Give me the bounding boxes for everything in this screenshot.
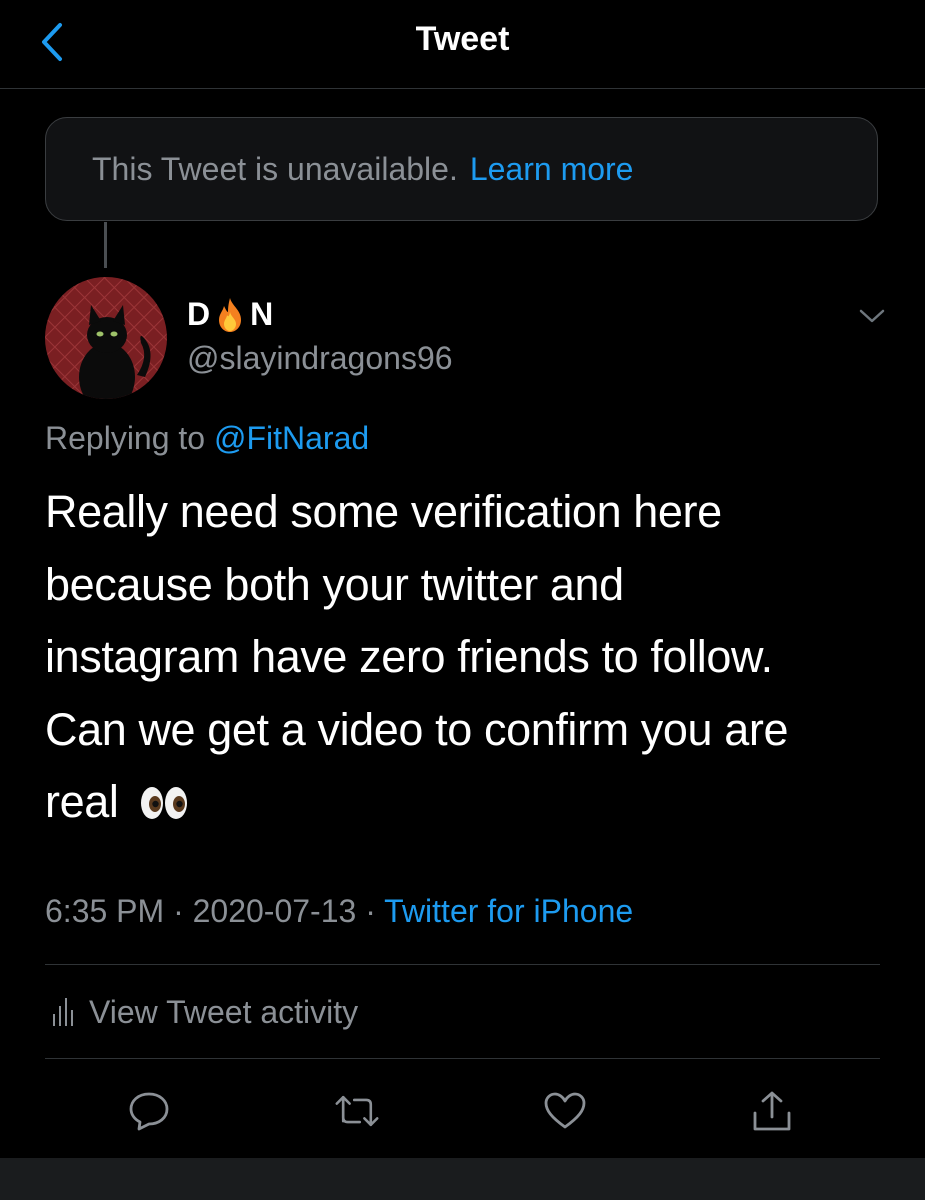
tweet-body: Really need some verification here becau… [45, 476, 875, 839]
black-cat-avatar-image [45, 277, 167, 399]
separator-dot: · [365, 893, 376, 929]
comment-icon [129, 1092, 169, 1131]
tweet-date: 2020-07-13 [192, 893, 357, 929]
tweet-text-line: Can we get a video to confirm you are [45, 703, 789, 755]
chevron-down-icon [859, 309, 885, 323]
replying-to-mention[interactable]: @FitNarad [214, 420, 369, 456]
divider [45, 964, 880, 965]
separator-dot: · [173, 893, 184, 929]
unavailable-tweet-notice: This Tweet is unavailable. Learn more [45, 117, 878, 221]
view-tweet-activity-label: View Tweet activity [89, 993, 359, 1030]
user-handle[interactable]: @slayindragons96 [187, 340, 453, 377]
bottom-reply-bar [0, 1158, 925, 1200]
share-icon [753, 1091, 791, 1131]
tweet-time: 6:35 PM [45, 893, 165, 929]
tweet-text-line: real [45, 776, 119, 827]
like-button[interactable] [542, 1088, 588, 1134]
tweet-client-link[interactable]: Twitter for iPhone [384, 893, 633, 929]
tweet-text-line: Really need some verification here [45, 486, 722, 537]
retweet-icon [335, 1095, 379, 1127]
top-navigation-bar: Tweet [0, 0, 925, 89]
display-name[interactable]: D N [187, 296, 273, 333]
avatar[interactable] [45, 277, 167, 399]
share-button[interactable] [749, 1088, 795, 1134]
retweet-button[interactable] [334, 1088, 380, 1134]
divider [45, 1058, 880, 1059]
learn-more-link[interactable]: Learn more [470, 151, 634, 188]
reply-button[interactable] [126, 1088, 172, 1134]
page-title: Tweet [415, 20, 510, 58]
unavailable-text: This Tweet is unavailable. [92, 150, 458, 187]
view-tweet-activity-button[interactable]: View Tweet activity [45, 990, 358, 1034]
tweet-timestamp-line: 6:35 PM · 2020-07-13 · Twitter for iPhon… [45, 893, 633, 930]
tweet-options-button[interactable] [852, 300, 892, 332]
display-name-end: N [250, 296, 274, 332]
tweet-text-line: because both your twitter and [45, 558, 624, 610]
replying-to-line: Replying to @FitNarad [45, 420, 369, 457]
thread-connector-line [104, 222, 107, 268]
heart-icon [544, 1092, 586, 1129]
stats-icon [53, 998, 73, 1026]
eyes-emoji-icon [140, 787, 187, 819]
replying-to-label: Replying to [45, 420, 206, 456]
tweet-text-line: instagram have zero friends to follow. [45, 631, 773, 682]
tweet-text-last-line: real [45, 766, 875, 839]
display-name-start: D [187, 296, 211, 332]
fire-emoji-icon [219, 297, 242, 332]
